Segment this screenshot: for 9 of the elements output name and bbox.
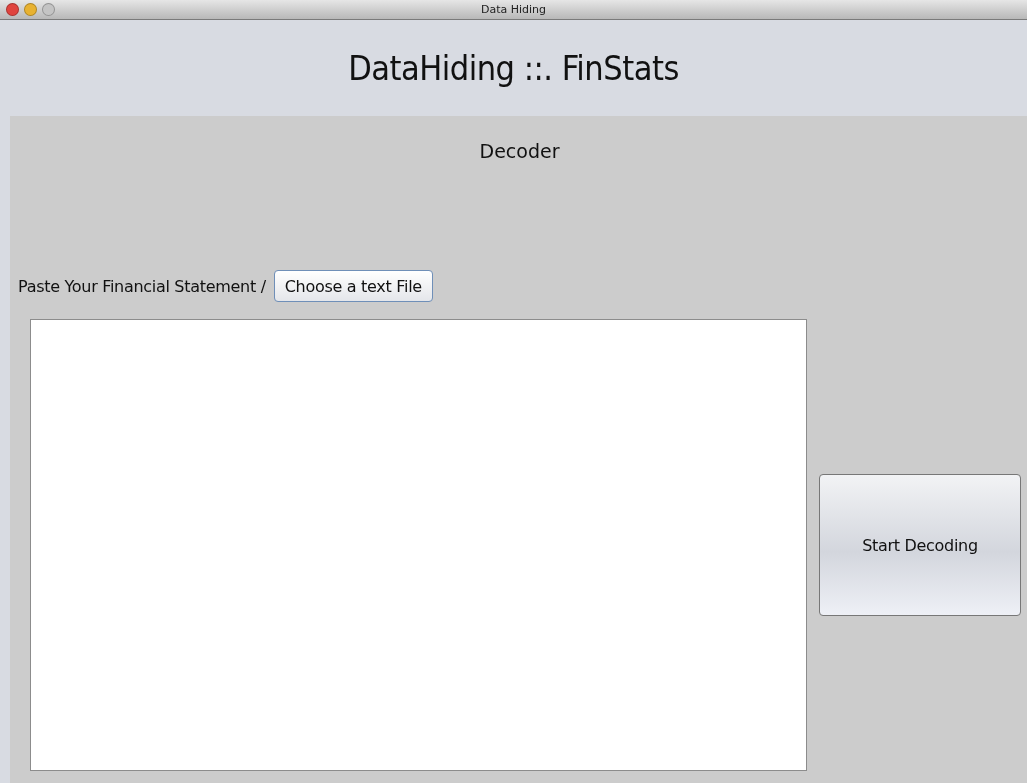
window-title: Data Hiding	[480, 3, 547, 16]
panel-heading: Decoder	[478, 140, 561, 162]
choose-file-button[interactable]: Choose a text File	[273, 270, 433, 302]
start-decoding-button[interactable]: Start Decoding	[819, 474, 1021, 616]
app-title: DataHiding ::. FinStats	[348, 48, 679, 88]
minimize-icon[interactable]	[24, 3, 37, 16]
zoom-icon[interactable]	[42, 3, 55, 16]
close-icon[interactable]	[6, 3, 19, 16]
input-label: Paste Your Financial Statement /	[18, 276, 266, 296]
